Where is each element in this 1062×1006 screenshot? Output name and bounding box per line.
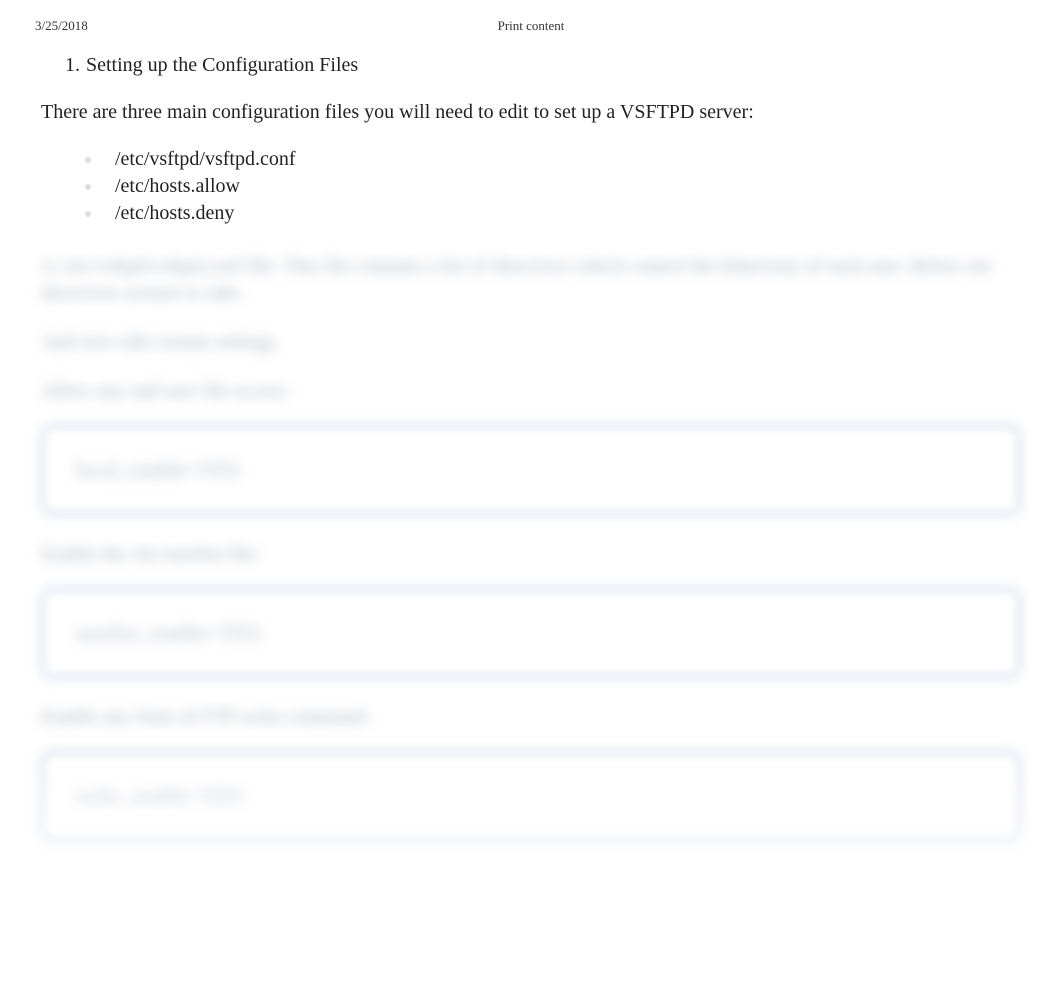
file-path: /etc/hosts.deny	[115, 200, 234, 227]
config-file-list: /etc/vsftpd/vsftpd.conf /etc/hosts.allow…	[65, 146, 1027, 227]
code-block: write_enable=YES	[35, 745, 1027, 847]
bullet-icon	[85, 184, 91, 190]
code-content: write_enable=YES	[75, 783, 243, 808]
bullet-icon	[85, 157, 91, 163]
blurred-text: vi /etc/vsftpd/vsftpd.conf file. This fi…	[41, 253, 1027, 307]
blurred-text: Allow any and user file access:	[41, 378, 1027, 405]
list-item: /etc/hosts.allow	[65, 173, 1027, 200]
code-block-inner: userlist_enable=YES	[43, 590, 1019, 676]
section-number: 1.	[65, 54, 80, 77]
code-block-inner: write_enable=YES	[43, 753, 1019, 839]
list-item: /etc/hosts.deny	[65, 200, 1027, 227]
blurred-content: vi /etc/vsftpd/vsftpd.conf file. This fi…	[35, 253, 1027, 847]
code-content: local_enable=YES	[75, 457, 240, 482]
file-path: /etc/hosts.allow	[115, 173, 240, 200]
blurred-text: Enable any form of FTP write command:	[41, 704, 1027, 731]
code-block: local_enable=YES	[35, 419, 1027, 521]
header-title: Print content	[498, 18, 565, 34]
header-date: 3/25/2018	[35, 18, 88, 34]
section-title: Setting up the Configuration Files	[86, 54, 358, 77]
list-item: /etc/vsftpd/vsftpd.conf	[65, 146, 1027, 173]
document-content: 1. Setting up the Configuration Files Th…	[0, 34, 1062, 847]
page-header: 3/25/2018 Print content	[0, 0, 1062, 34]
intro-paragraph: There are three main configuration files…	[41, 101, 1027, 124]
section-heading: 1. Setting up the Configuration Files	[65, 54, 1027, 77]
blurred-text: Enable the /etc/userlist file:	[41, 541, 1027, 568]
code-block: userlist_enable=YES	[35, 582, 1027, 684]
code-content: userlist_enable=YES	[75, 620, 261, 645]
blurred-text: And now edit certain settings.	[41, 329, 1027, 356]
bullet-icon	[85, 211, 91, 217]
code-block-inner: local_enable=YES	[43, 427, 1019, 513]
file-path: /etc/vsftpd/vsftpd.conf	[115, 146, 296, 173]
